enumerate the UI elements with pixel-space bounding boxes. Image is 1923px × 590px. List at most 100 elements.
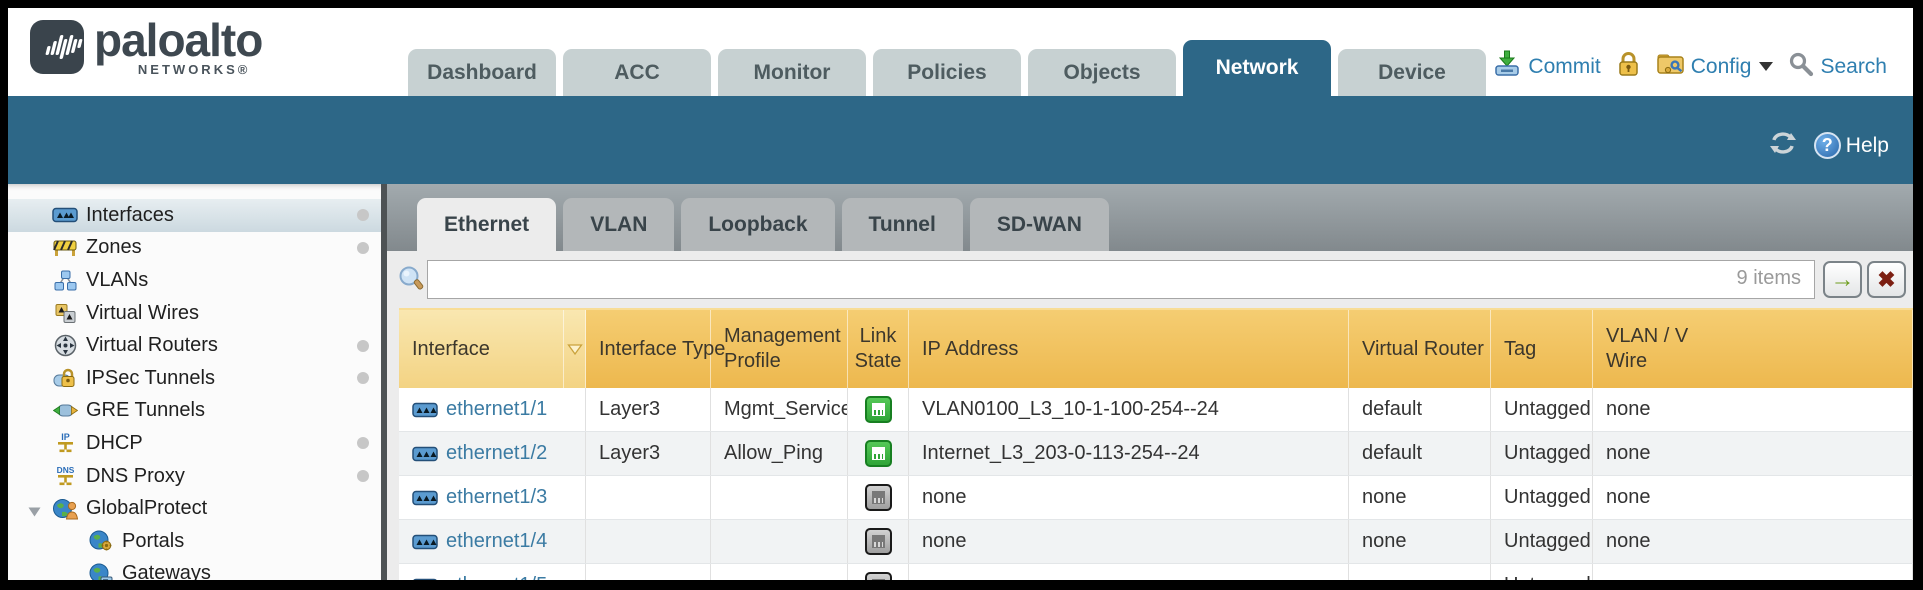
col-header-vlan-virtual-wire[interactable]: VLAN / V Wire — [1593, 310, 1913, 388]
sidebar-item-vlans[interactable]: VLANs — [8, 264, 381, 297]
paloalto-logo-icon — [30, 20, 84, 74]
link-state-up-icon — [865, 396, 892, 423]
tab-policies[interactable]: Policies — [873, 49, 1021, 96]
interface-link[interactable]: ethernet1/3 — [446, 486, 547, 509]
subtab-tunnel[interactable]: Tunnel — [842, 198, 963, 251]
link-state-cell — [848, 564, 909, 580]
sidebar-item-gre-tunnels[interactable]: GRE Tunnels — [8, 395, 381, 428]
tab-monitor[interactable]: Monitor — [718, 49, 866, 96]
table-row[interactable]: ethernet1/4 none none Untagged none — [399, 520, 1913, 564]
config-icon — [1656, 51, 1685, 82]
filter-input[interactable] — [427, 260, 1815, 299]
sidebar-item-label: Virtual Wires — [86, 302, 199, 325]
col-header-ip-address[interactable]: IP Address — [909, 310, 1349, 388]
sidebar-item-gateways[interactable]: Gateways — [8, 558, 381, 580]
search-button[interactable]: Search — [1788, 51, 1887, 83]
link-state-cell — [848, 520, 909, 563]
sidebar-item-ipsec-tunnels[interactable]: IPSec Tunnels — [8, 362, 381, 395]
dhcp-icon: IP — [52, 431, 78, 455]
sidebar-item-interfaces[interactable]: Interfaces — [8, 199, 381, 232]
col-header-interface-type[interactable]: Interface Type — [586, 310, 711, 388]
sidebar-item-globalprotect[interactable]: GlobalProtect — [8, 492, 381, 525]
dns-proxy-icon: DNS — [52, 464, 78, 488]
tab-objects[interactable]: Objects — [1028, 49, 1176, 96]
sidebar-item-label: DHCP — [86, 432, 143, 455]
interface-link[interactable]: ethernet1/1 — [446, 398, 547, 421]
sidebar-item-dhcp[interactable]: IP DHCP — [8, 427, 381, 460]
vlan-cell: none — [1593, 520, 1913, 563]
sidebar-item-virtual-routers[interactable]: Virtual Routers — [8, 329, 381, 362]
link-state-cell — [848, 432, 909, 475]
interfaces-icon — [52, 207, 78, 223]
col-header-sort-menu[interactable] — [564, 310, 586, 388]
interface-cell: ethernet1/5 — [399, 564, 586, 580]
table-row[interactable]: ethernet1/1 Layer3 Mgmt_Services VLAN010… — [399, 388, 1913, 432]
ip-address-cell: none — [909, 520, 1349, 563]
help-icon: ? — [1814, 132, 1841, 159]
subtab-sdwan[interactable]: SD-WAN — [970, 198, 1109, 251]
top-header: paloalto NETWORKS® Dashboard ACC Monitor… — [8, 8, 1913, 96]
col-header-management-profile[interactable]: Management Profile — [711, 310, 848, 388]
tab-dashboard[interactable]: Dashboard — [408, 49, 556, 96]
config-button[interactable]: Config — [1656, 51, 1774, 82]
management-profile-cell: Allow_Ping — [711, 432, 848, 475]
col-header-virtual-router[interactable]: Virtual Router — [1349, 310, 1491, 388]
col-header-interface[interactable]: Interface — [399, 310, 564, 388]
link-state-cell — [848, 476, 909, 519]
paloalto-logo: paloalto NETWORKS® — [30, 14, 262, 77]
refresh-icon[interactable] — [1768, 130, 1798, 161]
commit-button[interactable]: Commit — [1492, 50, 1600, 83]
interface-link[interactable]: ethernet1/5 — [446, 574, 547, 580]
link-state-up-icon — [865, 440, 892, 467]
clear-filter-button[interactable]: ✖ — [1867, 261, 1906, 298]
tab-network[interactable]: Network — [1183, 40, 1331, 96]
interface-link[interactable]: ethernet1/2 — [446, 442, 547, 465]
subtab-vlan[interactable]: VLAN — [563, 198, 674, 251]
sidebar-item-label: GlobalProtect — [86, 497, 207, 520]
tab-acc[interactable]: ACC — [563, 49, 711, 96]
globalprotect-icon — [52, 497, 78, 520]
sidebar-item-virtual-wires[interactable]: Virtual Wires — [8, 297, 381, 330]
vlan-cell: none — [1593, 432, 1913, 475]
subtab-ethernet[interactable]: Ethernet — [417, 198, 556, 251]
interface-icon — [412, 446, 438, 462]
tab-device[interactable]: Device — [1338, 49, 1486, 96]
gateways-icon — [88, 563, 114, 580]
sort-caret-icon — [567, 344, 583, 355]
vlan-cell: none — [1593, 476, 1913, 519]
link-state-down-icon — [865, 572, 892, 580]
portals-icon — [88, 530, 114, 552]
interface-icon — [412, 534, 438, 550]
col-header-link-state[interactable]: Link State — [848, 310, 909, 388]
commit-label: Commit — [1528, 55, 1600, 79]
col-header-tag[interactable]: Tag — [1491, 310, 1593, 388]
link-state-down-icon — [865, 484, 892, 511]
virtual-router-cell: default — [1349, 388, 1491, 431]
sidebar-item-portals[interactable]: Portals — [8, 525, 381, 558]
virtual-router-cell: default — [1349, 432, 1491, 475]
status-dot — [357, 372, 369, 384]
lock-button[interactable] — [1616, 50, 1641, 83]
table-row[interactable]: ethernet1/3 none none Untagged none — [399, 476, 1913, 520]
table-row[interactable]: ethernet1/2 Layer3 Allow_Ping Internet_L… — [399, 432, 1913, 476]
help-button[interactable]: ? Help — [1814, 132, 1889, 159]
sidebar-item-dns-proxy[interactable]: DNS DNS Proxy — [8, 460, 381, 493]
vlan-cell: none — [1593, 388, 1913, 431]
interface-type-cell — [586, 520, 711, 563]
sidebar-item-zones[interactable]: Zones — [8, 232, 381, 265]
management-profile-cell — [711, 476, 848, 519]
subtab-loopback[interactable]: Loopback — [681, 198, 834, 251]
interface-icon — [412, 490, 438, 506]
status-dot — [357, 209, 369, 221]
tag-cell: Untagged — [1491, 520, 1593, 563]
table-row[interactable]: ethernet1/5 none none Untagged none — [399, 564, 1913, 580]
sidebar-item-label: Interfaces — [86, 204, 174, 227]
interface-type-cell — [586, 476, 711, 519]
interface-link[interactable]: ethernet1/4 — [446, 530, 547, 553]
apply-filter-button[interactable]: → — [1823, 261, 1862, 298]
expander-icon[interactable] — [28, 504, 41, 522]
link-state-down-icon — [865, 528, 892, 555]
paloalto-wordmark: paloalto NETWORKS® — [94, 14, 262, 77]
interface-cell: ethernet1/4 — [399, 520, 586, 563]
svg-text:IP: IP — [61, 432, 70, 442]
